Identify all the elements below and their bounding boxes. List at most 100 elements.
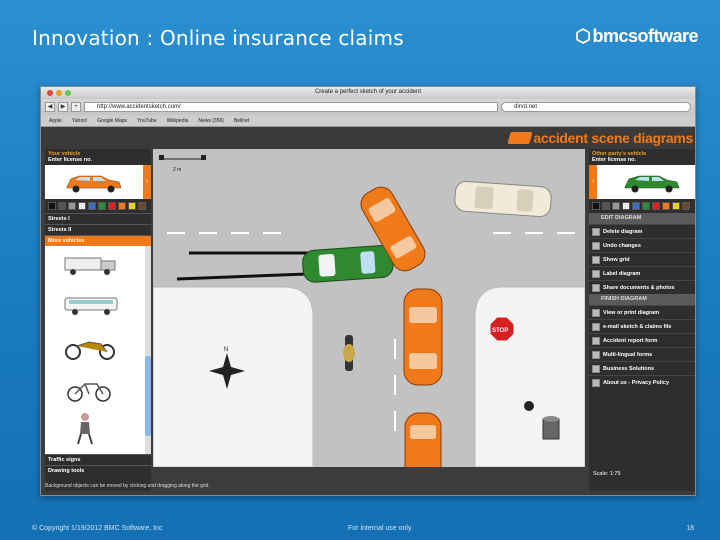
swatch-white[interactable] [622,202,630,210]
swatch-gray[interactable] [58,202,66,210]
menu-streets-1[interactable]: Streets I [45,213,151,224]
about-us-button[interactable]: About us - Privacy Policy [589,375,695,389]
bookmark-item[interactable]: Yahoo! [72,118,87,124]
bookmark-item[interactable]: News (356) [198,118,224,124]
other-vehicle-heading: Other party's vehicle [592,151,647,157]
action-label: About us - Privacy Policy [603,379,670,386]
swatch-brown[interactable] [682,202,690,210]
footer-notice: For internal use only. [348,525,413,532]
next-vehicle-arrow-icon[interactable]: › [143,165,151,199]
swatch-green[interactable] [642,202,650,210]
pedestrian-icon [524,401,534,411]
action-label: Show grid [603,256,630,263]
bookmark-item[interactable]: Bellnet [234,118,249,124]
label-icon [592,269,600,278]
bookmark-item[interactable]: Wikipedia [167,118,189,124]
forms-icon [592,350,600,359]
other-vehicle-preview[interactable]: ‹ [589,165,695,199]
swatch-red[interactable] [108,202,116,210]
share-icon [592,283,600,292]
truck-icon[interactable] [63,254,123,276]
swatch-blue[interactable] [88,202,96,210]
swatch-black[interactable] [48,202,56,210]
left-panel: Your vehicle Enter license no. › Streets… [45,149,151,491]
your-vehicle-preview[interactable]: › [45,165,151,199]
undo-changes-button[interactable]: Undo changes [589,238,695,252]
bookmarks-bar: Apple Yahoo! Google Maps YouTube Wikiped… [41,115,695,127]
add-button[interactable]: + [71,102,81,112]
vehicle-palette [45,246,151,454]
site-header: accident scene diagrams [41,127,695,149]
slide-title: Innovation : Online insurance claims [32,26,404,50]
vehicle-scrollbar-thumb[interactable] [145,356,151,436]
swatch-orange[interactable] [662,202,670,210]
bookmark-item[interactable]: Apple [49,118,62,124]
url-field[interactable]: http://www.accidentsketch.com/ [84,102,498,112]
label-diagram-button[interactable]: Label diagram [589,266,695,280]
swatch-gray[interactable] [602,202,610,210]
browser-titlebar: Create a perfect sketch of your accident [41,87,695,99]
undo-icon [592,241,600,250]
business-solutions-button[interactable]: Business Solutions [589,361,695,375]
pedestrian-icon[interactable] [63,412,123,446]
action-label: Multi-lingual forms [603,351,653,358]
site-logo-text: accident scene diagrams [533,130,693,146]
diagram-canvas[interactable]: 2 m N STOP [153,149,585,467]
multilingual-forms-button[interactable]: Multi-lingual forms [589,347,695,361]
delete-icon [592,227,600,236]
search-field[interactable]: dirvd.net [501,102,691,112]
orange-car-icon[interactable] [403,288,443,386]
swatch-blue[interactable] [632,202,640,210]
page-content: accident scene diagrams Your vehicle Ent… [41,127,695,495]
right-panel: Other party's vehicle Enter license no. … [589,149,695,491]
slide-number: 18 [686,525,694,532]
green-car-icon[interactable] [302,245,394,283]
motorcycle-icon[interactable] [63,332,123,362]
swatch-green[interactable] [98,202,106,210]
swatch-white[interactable] [78,202,86,210]
bookmark-item[interactable]: YouTube [137,118,157,124]
orange-car-icon[interactable] [404,412,442,467]
action-label: e-mail sketch & claims file [603,323,672,330]
email-sketch-button[interactable]: e-mail sketch & claims file [589,319,695,333]
share-documents-button[interactable]: Share documents & photos [589,280,695,294]
show-grid-button[interactable]: Show grid [589,252,695,266]
swatch-red[interactable] [652,202,660,210]
grid-icon [592,255,600,264]
intersection-drawing: 2 m N STOP [153,149,585,467]
back-button[interactable]: ◀ [45,102,55,112]
ruler-label: 2 m [173,167,181,173]
view-print-button[interactable]: View or print diagram [589,305,695,319]
action-label: Share documents & photos [603,284,675,291]
bookmark-item[interactable]: Google Maps [97,118,127,124]
swatch-silver[interactable] [68,202,76,210]
bus-icon[interactable] [63,294,123,316]
edit-diagram-heading: EDIT DIAGRAM [589,213,695,224]
bmc-logo-icon: ⬡ [575,26,591,46]
delete-diagram-button[interactable]: Delete diagram [589,224,695,238]
swatch-silver[interactable] [612,202,620,210]
browser-navbar: ◀ ▶ + http://www.accidentsketch.com/ dir… [41,99,695,115]
accident-report-button[interactable]: Accident report form [589,333,695,347]
bicycle-icon[interactable] [63,374,123,404]
bmc-logo-text: bmcsoftware [592,26,698,46]
print-icon [592,308,600,317]
menu-drawing-tools[interactable]: Drawing tools [45,465,151,476]
swatch-orange[interactable] [118,202,126,210]
other-license-field[interactable]: Enter license no. [589,157,695,165]
swatch-yellow[interactable] [672,202,680,210]
action-label: View or print diagram [603,309,660,316]
swatch-black[interactable] [592,202,600,210]
compass-label: N [224,347,228,353]
footer-copyright: © Copyright 1/19/2012 BMC Software, Inc [32,525,163,532]
swatch-yellow[interactable] [128,202,136,210]
site-logo: accident scene diagrams [507,130,693,146]
menu-traffic-signs[interactable]: Traffic signs [45,454,151,465]
your-license-field[interactable]: Enter license no. [45,157,151,165]
white-car-icon[interactable] [454,180,552,218]
motorcycle-icon[interactable] [343,335,355,371]
swatch-brown[interactable] [138,202,146,210]
menu-streets-2[interactable]: Streets II [45,224,151,235]
forward-button[interactable]: ▶ [58,102,68,112]
menu-more-vehicles[interactable]: More vehicles [45,235,151,246]
